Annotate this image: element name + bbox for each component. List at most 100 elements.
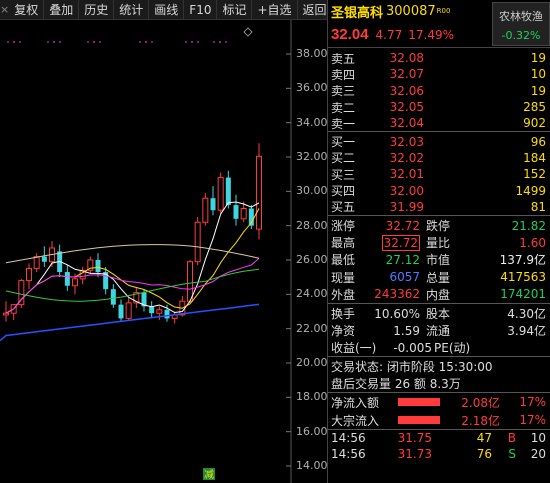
indicator-dot bbox=[19, 41, 21, 43]
y-tick-label: 26.00 bbox=[296, 253, 328, 266]
ask-book: 卖五 32.08 19 卖四 32.07 10 卖三 32.06 19 卖二 32.05 285… bbox=[328, 48, 550, 131]
bid-volume: 1499 bbox=[515, 183, 546, 198]
y-tick-label: 28.00 bbox=[296, 218, 328, 232]
stock-header: 圣银高科 300087 R00 农林牧渔 -0.32% bbox=[328, 0, 550, 46]
sector-box[interactable]: 农林牧渔 -0.32% bbox=[492, 2, 550, 46]
stat-label: 市值 bbox=[426, 253, 451, 268]
overlay-button[interactable]: 叠加 bbox=[44, 0, 80, 20]
y-tick-label: 14.00 bbox=[296, 459, 328, 472]
stat-row: 最低 27.12 市值 137.9亿 bbox=[328, 251, 550, 268]
bid-label: 买四 bbox=[331, 184, 356, 199]
f10-button[interactable]: F10 bbox=[184, 0, 218, 20]
stat-label: 总量 bbox=[426, 270, 451, 285]
stat-label: 涨停 bbox=[331, 219, 356, 234]
bid-row[interactable]: 买五 31.99 81 bbox=[328, 199, 550, 215]
turnover-value: 10.60% bbox=[374, 306, 420, 321]
ask-label: 卖三 bbox=[331, 84, 356, 99]
stats-table: 涨停 32.72 跌停 21.82 最高 32.72 量比 1.60 最低 27.12 市… bbox=[328, 216, 550, 303]
candle-body bbox=[233, 205, 239, 219]
candle-body bbox=[95, 260, 101, 273]
kline-svg[interactable]: 减 bbox=[0, 20, 327, 483]
statistics-button[interactable]: 统计 bbox=[114, 0, 150, 20]
bid-label: 买五 bbox=[331, 200, 356, 215]
indicator-dot bbox=[93, 41, 95, 43]
stat-row: 收益(一) -0.005 PE(动) bbox=[328, 339, 550, 356]
ask-price: 32.06 bbox=[389, 83, 424, 98]
bid-row[interactable]: 买一 32.03 96 bbox=[328, 133, 550, 150]
add-watchlist-button[interactable]: +自选 bbox=[252, 0, 298, 20]
fuquan-button[interactable]: 复权 bbox=[9, 0, 45, 20]
tick-count: 20 bbox=[530, 447, 546, 462]
indicator-dot bbox=[87, 41, 89, 43]
ask-row[interactable]: 卖五 32.08 19 bbox=[328, 50, 550, 66]
indicator-dot bbox=[191, 41, 193, 43]
candle-body bbox=[156, 309, 163, 314]
bid-row[interactable]: 买三 32.01 152 bbox=[328, 166, 550, 182]
tick-price: 31.73 bbox=[397, 447, 432, 462]
tick-count: 10 bbox=[530, 431, 546, 446]
bid-volume: 152 bbox=[523, 167, 546, 182]
history-button[interactable]: 历史 bbox=[79, 0, 115, 20]
total-volume-value: 417563 bbox=[500, 270, 546, 285]
y-tick-label: 22.00 bbox=[296, 321, 328, 335]
ask-volume: 285 bbox=[523, 100, 546, 115]
candle-body bbox=[64, 272, 70, 286]
y-tick-label: 30.00 bbox=[296, 184, 328, 198]
tick-volume: 47 bbox=[476, 431, 492, 446]
tick-row: 14:56 31.73 76 S 20 bbox=[328, 446, 550, 462]
quote-panel: 圣银高科 300087 R00 农林牧渔 -0.32% 32.04 4.77 1… bbox=[327, 0, 550, 483]
stat-label: 现量 bbox=[331, 270, 356, 285]
candle-body bbox=[125, 302, 132, 319]
candle-body bbox=[149, 306, 155, 314]
bid-row[interactable]: 买四 32.00 1499 bbox=[328, 182, 550, 199]
diamond-icon bbox=[243, 27, 253, 37]
ask-row[interactable]: 卖三 32.06 19 bbox=[328, 83, 550, 99]
ask-label: 卖四 bbox=[331, 67, 356, 82]
ask-row[interactable]: 卖一 32.04 902 bbox=[328, 115, 550, 131]
flow-row[interactable]: 大宗流入 2.18亿 17% bbox=[328, 411, 550, 429]
bid-volume: 96 bbox=[530, 134, 546, 149]
mark-button[interactable]: 标记 bbox=[217, 0, 253, 20]
stock-name[interactable]: 圣银高科 bbox=[331, 2, 383, 21]
ask-price: 32.08 bbox=[389, 51, 424, 66]
tick-volume: 76 bbox=[476, 447, 492, 462]
stat-row: 最高 32.72 量比 1.60 bbox=[328, 234, 550, 251]
eps-value: -0.005 bbox=[393, 340, 432, 355]
high-value: 32.72 bbox=[381, 234, 420, 251]
candle-body bbox=[118, 304, 124, 319]
candle-body bbox=[41, 256, 47, 262]
candle-body bbox=[240, 208, 247, 220]
stat-row: 净资 1.59 流通 3.94亿 bbox=[328, 322, 550, 339]
outer-volume-value: 243362 bbox=[374, 287, 420, 302]
ask-price: 32.05 bbox=[389, 100, 424, 115]
bid-price: 31.99 bbox=[389, 199, 424, 214]
draw-line-button[interactable]: 画线 bbox=[149, 0, 185, 20]
candle-body bbox=[110, 289, 116, 305]
indicator-dot bbox=[185, 41, 187, 43]
sector-change: -0.32% bbox=[501, 29, 541, 42]
stock-code: 300087 bbox=[386, 3, 436, 19]
stats-table-2: 换手 10.60% 股本 4.30亿 净资 1.59 流通 3.94亿 收益(一) -0.… bbox=[328, 304, 550, 357]
tick-price: 31.75 bbox=[397, 431, 432, 446]
ask-row[interactable]: 卖四 32.07 10 bbox=[328, 66, 550, 82]
indicator-dot bbox=[145, 41, 147, 43]
price-change-pct: 17.49% bbox=[408, 27, 455, 42]
flow-row[interactable]: 净流入额 2.08亿 17% bbox=[328, 393, 550, 411]
candle-body bbox=[3, 312, 9, 316]
sector-name: 农林牧渔 bbox=[499, 10, 543, 23]
ask-label: 卖二 bbox=[331, 100, 356, 115]
ask-volume: 902 bbox=[523, 116, 546, 131]
close-icon[interactable]: × bbox=[0, 0, 9, 20]
bid-book: 买一 32.03 96 买二 32.02 184 买三 32.01 152 买四 32.00 1… bbox=[328, 132, 550, 215]
stat-label: 净资 bbox=[331, 324, 356, 339]
float-value: 3.94亿 bbox=[507, 324, 546, 339]
bid-row[interactable]: 买二 32.02 184 bbox=[328, 150, 550, 166]
tick-direction: B bbox=[507, 431, 516, 446]
low-value: 27.12 bbox=[385, 252, 420, 267]
stat-label: 外盘 bbox=[331, 287, 356, 302]
tick-row: 14:56 31.75 47 B 10 bbox=[328, 430, 550, 446]
kline-chart[interactable]: 减 38.00 36.00 34.00 32.00 30.00 28.00 26.00 24.… bbox=[0, 20, 328, 483]
tick-time: 14:56 bbox=[331, 447, 366, 462]
ask-row[interactable]: 卖二 32.05 285 bbox=[328, 99, 550, 115]
bid-volume: 184 bbox=[523, 150, 546, 165]
